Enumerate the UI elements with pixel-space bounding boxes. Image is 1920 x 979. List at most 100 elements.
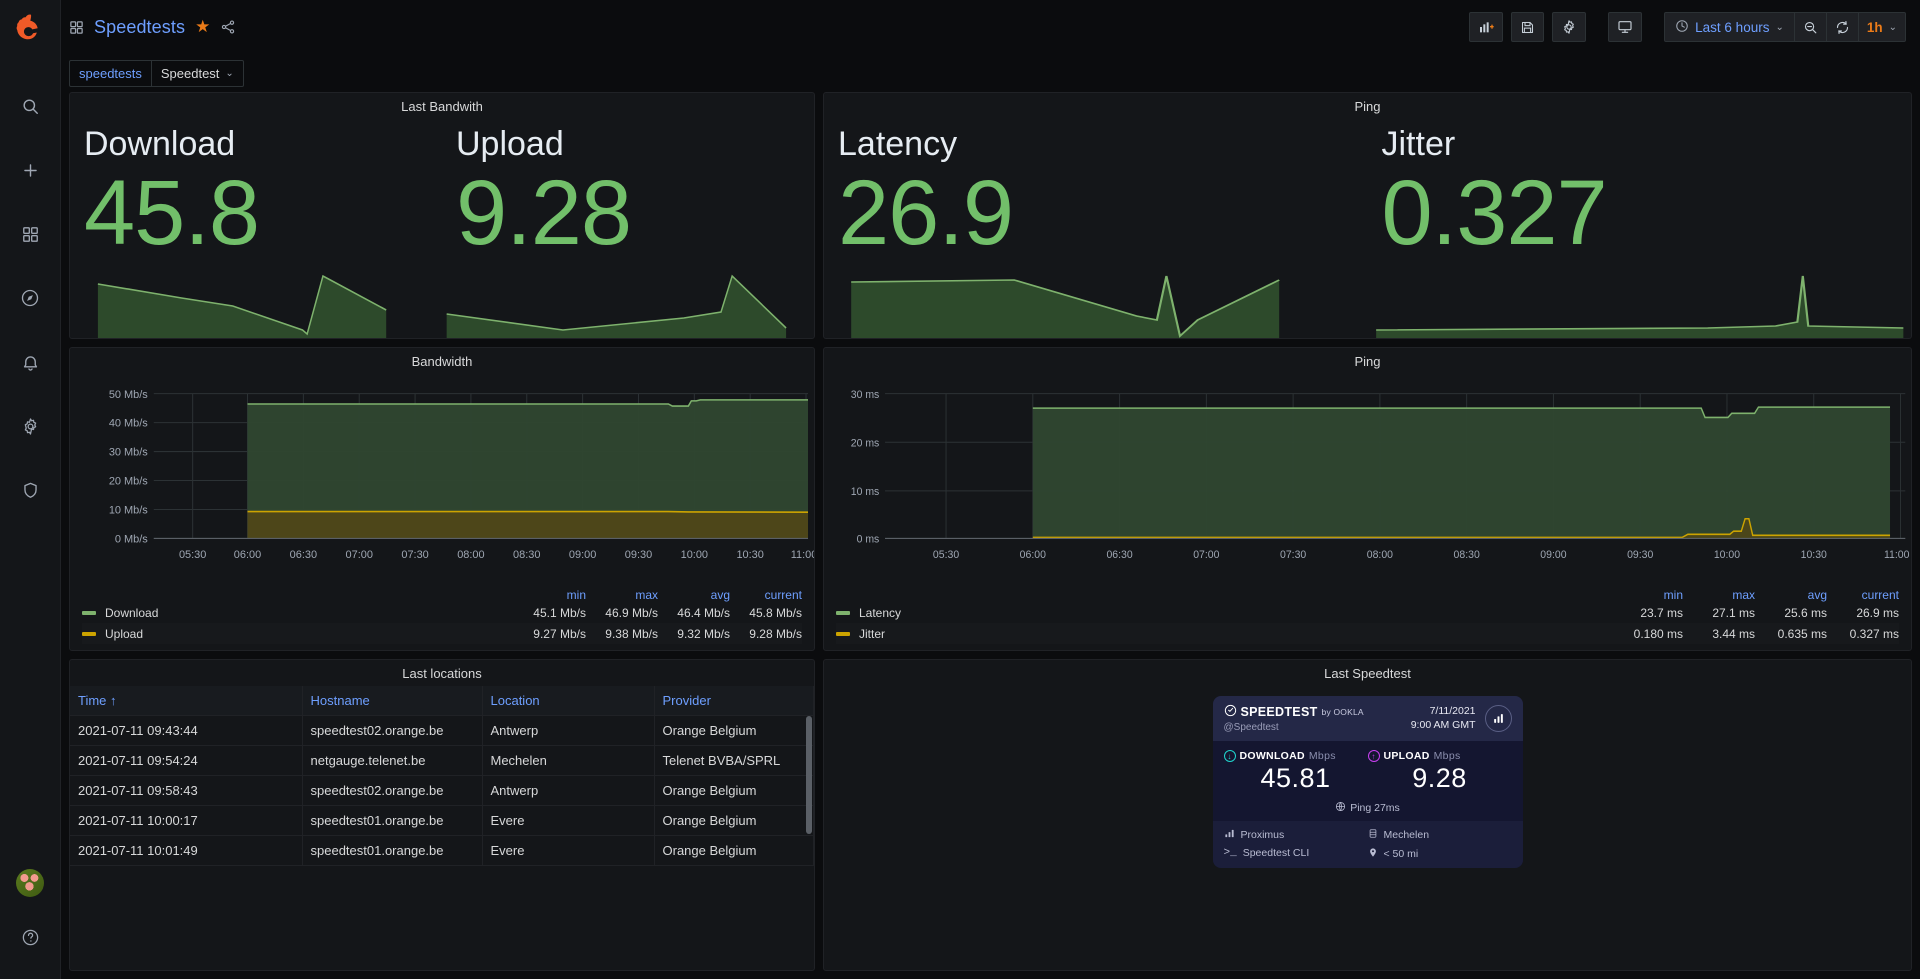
- speedtest-upload-unit: Mbps: [1433, 750, 1461, 762]
- legend-col-max[interactable]: max: [586, 588, 658, 602]
- legend-col-current[interactable]: current: [1827, 588, 1899, 602]
- legend-col-max[interactable]: max: [1683, 588, 1755, 602]
- speedtest-upload-label: UPLOAD: [1383, 750, 1430, 762]
- add-panel-button[interactable]: [1469, 12, 1504, 42]
- bandwidth-plot[interactable]: 50 Mb/s 40 Mb/s 30 Mb/s 20 Mb/s 10 Mb/s …: [70, 374, 814, 586]
- legend-item-download[interactable]: Download 45.1 Mb/s 46.9 Mb/s 46.4 Mb/s 4…: [82, 602, 802, 623]
- panel-title-last-locations: Last locations: [402, 665, 482, 681]
- series-color-swatch: [836, 631, 850, 636]
- legend-item-latency[interactable]: Latency 23.7 ms 27.1 ms 25.6 ms 26.9 ms: [836, 602, 1899, 623]
- legend-col-min[interactable]: min: [514, 588, 586, 602]
- speedtest-bars-icon: [1484, 705, 1512, 732]
- column-header-hostname[interactable]: Hostname: [302, 686, 483, 716]
- sidebar-item-dashboards[interactable]: [8, 212, 52, 256]
- panel-body-bandwidth: 50 Mb/s 40 Mb/s 30 Mb/s 20 Mb/s 10 Mb/s …: [70, 374, 814, 650]
- legend-col-avg[interactable]: avg: [1755, 588, 1827, 602]
- column-header-location[interactable]: Location: [482, 686, 655, 716]
- sidebar-item-configuration[interactable]: [8, 404, 52, 448]
- cell-provider: Orange Belgium: [654, 805, 814, 836]
- sidebar-item-alerting[interactable]: [8, 340, 52, 384]
- time-range-picker[interactable]: Last 6 hours ⌄: [1664, 12, 1795, 42]
- series-avg: 0.635 ms: [1777, 626, 1827, 641]
- latency-sparkline: [824, 266, 1368, 338]
- grid-row-stats: Last Bandwith Download 45.8 Upload 9.28 …: [69, 92, 1912, 339]
- sidebar-item-server-admin[interactable]: [8, 468, 52, 512]
- speedtest-logo-icon: [1224, 704, 1237, 720]
- cell-location: Evere: [482, 805, 655, 836]
- table-scrollbar[interactable]: [806, 716, 812, 834]
- svg-text:07:30: 07:30: [1280, 549, 1306, 561]
- signal-bars-icon: [1224, 828, 1235, 842]
- panel-title-bandwidth: Bandwidth: [411, 353, 473, 369]
- dashboard-grid-icon: [69, 20, 84, 35]
- server-icon: [1368, 828, 1378, 842]
- variable-datasource[interactable]: speedtests: [69, 59, 152, 87]
- cell-provider: Telenet BVBA/SPRL: [654, 745, 814, 776]
- ping-plot[interactable]: 30 ms 20 ms 10 ms 0 ms 05:30 06:00 06:30…: [824, 374, 1911, 586]
- table-row[interactable]: 2021-07-11 10:01:49 speedtest01.orange.b…: [70, 835, 814, 866]
- legend-col-min[interactable]: min: [1611, 588, 1683, 602]
- location-pin-icon: [1368, 847, 1378, 861]
- help-icon[interactable]: [8, 915, 52, 959]
- sidebar-item-explore[interactable]: [8, 276, 52, 320]
- dashboard-settings-button[interactable]: [1552, 12, 1587, 42]
- cell-hostname: speedtest01.orange.be: [302, 805, 483, 836]
- table-row[interactable]: 2021-07-11 09:58:43 speedtest02.orange.b…: [70, 775, 814, 806]
- sidebar: [0, 0, 61, 979]
- series-current: 0.327 ms: [1849, 626, 1899, 641]
- main-area: Speedtests ★ Last 6 hours ⌄ 1h ⌄ speedte…: [61, 0, 1920, 979]
- variable-measurement[interactable]: Speedtest ⌄: [151, 59, 244, 87]
- stat-download-label: Download: [84, 125, 236, 163]
- stat-upload[interactable]: Upload 9.28: [442, 119, 814, 338]
- save-dashboard-button[interactable]: [1511, 12, 1545, 42]
- speedtest-card-footer: Proximus >_ Speedtest CLI Mechelen < 50 …: [1212, 821, 1523, 868]
- zoom-out-button[interactable]: [1794, 12, 1827, 42]
- refresh-interval-picker[interactable]: 1h ⌄: [1858, 12, 1906, 42]
- grafana-app: Speedtests ★ Last 6 hours ⌄ 1h ⌄ speedte…: [0, 0, 1920, 979]
- panel-last-bandwith: Last Bandwith Download 45.8 Upload 9.28: [69, 92, 815, 339]
- series-current: 9.28 Mb/s: [749, 626, 802, 641]
- sidebar-item-search[interactable]: [8, 84, 52, 128]
- jitter-sparkline: [1368, 266, 1912, 338]
- svg-text:05:30: 05:30: [933, 549, 959, 561]
- sidebar-item-create[interactable]: [8, 148, 52, 192]
- series-avg: 25.6 ms: [1784, 605, 1827, 620]
- table-row[interactable]: 2021-07-11 09:43:44 speedtest02.orange.b…: [70, 715, 814, 746]
- speedtest-ping-row: Ping 27ms: [1213, 801, 1523, 821]
- legend-item-jitter[interactable]: Jitter 0.180 ms 3.44 ms 0.635 ms 0.327 m…: [836, 623, 1899, 644]
- column-header-time[interactable]: Time ↑: [70, 686, 303, 716]
- tv-mode-button[interactable]: [1608, 12, 1643, 42]
- svg-text:09:00: 09:00: [569, 549, 596, 561]
- legend-item-upload[interactable]: Upload 9.27 Mb/s 9.38 Mb/s 9.32 Mb/s 9.2…: [82, 623, 802, 644]
- table-row[interactable]: 2021-07-11 10:00:17 speedtest01.orange.b…: [70, 805, 814, 836]
- series-name: Download: [105, 605, 159, 620]
- speedtest-ping-value: Ping 27ms: [1350, 802, 1400, 814]
- svg-text:06:30: 06:30: [290, 549, 317, 561]
- svg-text:20 ms: 20 ms: [851, 437, 880, 449]
- legend-col-avg[interactable]: avg: [658, 588, 730, 602]
- star-icon[interactable]: ★: [195, 17, 210, 37]
- stat-download[interactable]: Download 45.8: [70, 119, 442, 338]
- refresh-button[interactable]: [1826, 12, 1859, 42]
- table-row[interactable]: 2021-07-11 09:54:24 netgauge.telenet.be …: [70, 745, 814, 776]
- speedtest-brand-name: SPEEDTEST: [1240, 705, 1318, 719]
- stat-latency[interactable]: Latency 26.9: [824, 119, 1368, 338]
- user-avatar[interactable]: [16, 869, 44, 897]
- column-header-provider[interactable]: Provider: [654, 686, 814, 716]
- page-title[interactable]: Speedtests: [94, 17, 185, 38]
- cell-time: 2021-07-11 09:58:43: [70, 775, 303, 806]
- series-name: Jitter: [859, 626, 886, 641]
- sidebar-bottom: [8, 869, 52, 979]
- last-locations-table: Time ↑ Hostname Location Provider 2021-0…: [70, 686, 814, 866]
- grafana-logo[interactable]: [0, 0, 60, 54]
- share-icon[interactable]: [220, 19, 236, 35]
- grid-row-timeseries: Bandwidth 50 Mb/s 40 Mb/s 30 Mb/s 20 Mb/…: [69, 347, 1912, 651]
- svg-text:40 Mb/s: 40 Mb/s: [109, 418, 148, 430]
- chevron-down-icon: ⌄: [1775, 21, 1784, 33]
- legend-col-current[interactable]: current: [730, 588, 802, 602]
- panel-title-last-bandwith: Last Bandwith: [401, 98, 483, 114]
- stat-jitter[interactable]: Jitter 0.327: [1368, 119, 1912, 338]
- panel-ping-chart: Ping 30 ms 20 ms 10 ms 0 ms 05:30 06:00 …: [823, 347, 1912, 651]
- table-header-row: Time ↑ Hostname Location Provider: [70, 686, 814, 716]
- svg-text:09:30: 09:30: [1627, 549, 1653, 561]
